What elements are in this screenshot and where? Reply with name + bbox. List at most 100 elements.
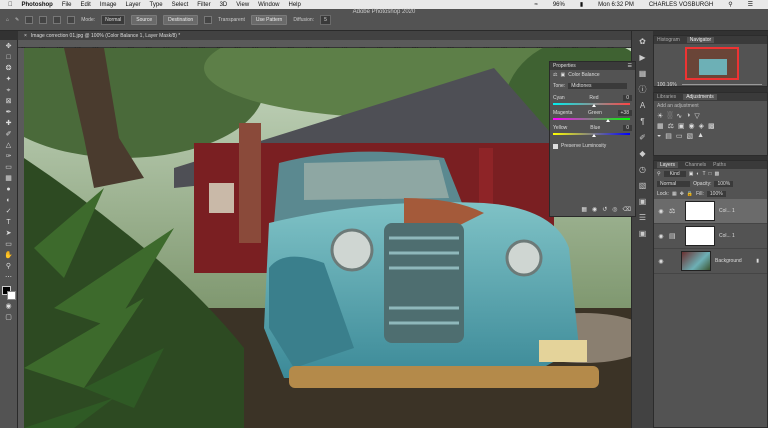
screen-mode-icon[interactable]: ▢ [3,314,15,322]
add-selection-icon[interactable] [39,15,48,24]
brush-settings-icon[interactable]: ✿ [638,37,648,47]
tone-select[interactable]: Midtones [568,83,627,89]
transparent-checkbox[interactable] [204,15,213,24]
layer-mask-thumb[interactable] [685,201,715,221]
shapes-icon[interactable]: ◆ [638,149,648,159]
preserve-checkbox[interactable] [553,143,558,149]
cyan-red-value[interactable]: 0 [623,95,632,101]
close-tab-icon[interactable]: × [24,33,27,39]
document-tab[interactable]: Image correction 01.jpg @ 100% (Color Ba… [31,33,180,39]
intersect-selection-icon[interactable] [67,15,76,24]
visibility-eye-icon[interactable]: ◉ [657,258,665,265]
battery-icon[interactable]: ▮ [580,1,583,8]
navigator-preview[interactable] [685,47,739,80]
fill-input[interactable]: 100% [706,191,726,197]
cyan-red-slider[interactable] [553,103,630,107]
gradient-map-icon[interactable]: ▧ [686,132,693,140]
move-tool-icon[interactable]: ✥ [3,43,15,51]
panel-menu-icon[interactable]: ☰ [628,63,632,69]
cube-icon[interactable]: ▣ [638,197,648,207]
filter-pixel-icon[interactable]: ▣ [689,171,694,177]
black-white-icon[interactable]: ▣ [678,122,685,130]
diffusion-input[interactable]: 5 [320,14,331,25]
new-selection-icon[interactable] [25,15,34,24]
brightness-icon[interactable]: ☀ [657,112,663,120]
invert-icon[interactable]: ◒ [657,132,661,140]
magenta-green-slider[interactable] [553,118,630,122]
tab-adjustments[interactable]: Adjustments [683,94,717,100]
shape-tool-icon[interactable]: ▭ [3,241,15,249]
user-name[interactable]: CHARLES VOSBURGH [649,2,713,8]
crop-tool-icon[interactable]: ⌖ [3,87,15,95]
cyan-red-knob[interactable] [591,104,596,107]
dodge-tool-icon[interactable]: ◐ [3,197,15,205]
menu-photoshop[interactable]: Photoshop [22,2,53,8]
gradient-tool-icon[interactable]: ▦ [3,175,15,183]
filter-kind-select[interactable]: Kind [663,171,686,177]
reset-icon[interactable]: ↺ [602,206,607,213]
type-tool-icon[interactable]: T [3,219,15,227]
menu-layer[interactable]: Layer [126,2,141,8]
menu-view[interactable]: View [236,2,249,8]
marquee-tool-icon[interactable]: □ [3,54,15,62]
tab-layers[interactable]: Layers [657,162,679,168]
filter-smart-icon[interactable]: ▩ [715,171,720,177]
curves-icon[interactable]: ∿ [676,112,682,120]
posterize-icon[interactable]: ▤ [665,132,672,140]
menu-select[interactable]: Select [172,2,189,8]
menu-filter[interactable]: Filter [197,2,210,8]
hue-sat-icon[interactable]: ▦ [657,122,664,130]
yellow-blue-value[interactable]: 0 [623,125,632,131]
channel-mixer-icon[interactable]: ◈ [699,122,704,130]
document-canvas[interactable] [24,48,631,428]
photo-filter-icon[interactable]: ◉ [689,122,695,130]
patch-mode-select[interactable]: Normal [101,14,126,25]
menu-help[interactable]: Help [289,2,301,8]
layer-row[interactable]: ◉ ⚖ Col... 1 [654,199,767,224]
menu-window[interactable]: Window [258,2,279,8]
menu-3d[interactable]: 3D [220,2,228,8]
visibility-icon[interactable]: ◎ [612,206,617,213]
history-icon[interactable]: ◷ [638,165,648,175]
properties-header[interactable]: Properties ☰ [550,62,635,70]
path-select-tool-icon[interactable]: ➤ [3,230,15,238]
glyphs-icon[interactable]: A [638,101,648,111]
zoom-tool-icon[interactable]: ⚲ [3,263,15,271]
layer-row[interactable]: ◉ ▤ Col... 1 [654,224,767,249]
menu-type[interactable]: Type [150,2,163,8]
mask-icon[interactable]: ▣ [560,72,565,78]
lasso-tool-icon[interactable]: ❂ [3,65,15,73]
quick-select-tool-icon[interactable]: ✦ [3,76,15,84]
view-previous-icon[interactable]: ◉ [592,206,597,213]
exposure-icon[interactable]: ◑ [686,112,690,120]
layer-comps-icon[interactable]: ▧ [638,181,648,191]
tab-channels[interactable]: Channels [685,162,706,168]
layer-name[interactable]: Col... 1 [719,208,735,214]
use-pattern-button[interactable]: Use Pattern [250,14,288,25]
yellow-blue-slider[interactable] [553,133,630,137]
lock-position-icon[interactable]: ✥ [680,191,684,197]
filter-shape-icon[interactable]: □ [709,171,712,177]
hand-tool-icon[interactable]: ✋ [3,252,15,260]
color-lookup-icon[interactable]: ▩ [708,122,715,130]
play-actions-icon[interactable]: ▶ [638,53,648,63]
search-icon[interactable]: ⚲ [728,1,732,8]
info-icon[interactable]: ⓘ [638,85,648,95]
tab-navigator[interactable]: Navigator [686,37,715,43]
blur-tool-icon[interactable]: ● [3,186,15,194]
healing-tool-icon[interactable]: ✚ [3,120,15,128]
filter-type-icon[interactable]: T [702,171,705,177]
magenta-green-value[interactable]: +38 [617,110,632,116]
pen-tool-icon[interactable]: ✓ [3,208,15,216]
subtract-selection-icon[interactable] [53,15,62,24]
lock-pixels-icon[interactable]: ▦ [672,191,677,197]
eraser-tool-icon[interactable]: ▭ [3,164,15,172]
threshold-icon[interactable]: ▭ [676,132,683,140]
layer-row[interactable]: ◉ Background ▮ [654,249,767,274]
tab-histogram[interactable]: Histogram [657,37,680,43]
horizontal-ruler[interactable]: 8010012014016018020022024026028030032034… [18,40,633,53]
paragraph-icon[interactable]: ¶ [638,117,648,127]
menu-list-icon[interactable]: ☰ [748,1,753,8]
history-brush-tool-icon[interactable]: ✑ [3,153,15,161]
styles-icon[interactable]: ▣ [638,229,648,239]
